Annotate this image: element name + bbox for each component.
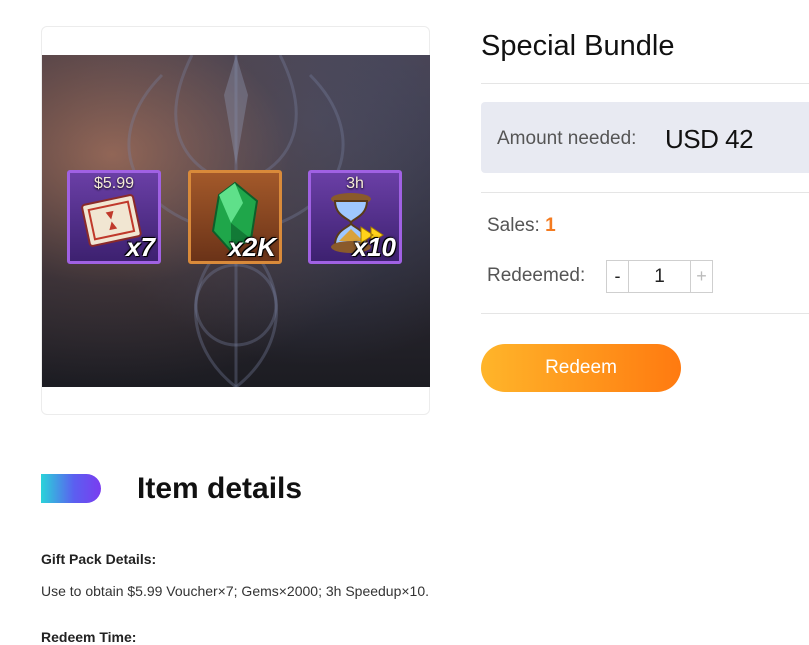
amount-value: USD 42 [665,124,754,154]
bundle-item-count: x10 [352,232,396,262]
amount-label: Amount needed: [497,128,637,149]
redeemed-label: Redeemed: [487,265,586,286]
decrement-button[interactable]: - [607,261,629,292]
redeem-time-label: Redeem Time: [41,629,137,645]
redeem-button[interactable]: Redeem [481,344,681,392]
increment-button[interactable]: + [690,261,712,292]
amount-panel: Amount needed: USD 42 [481,102,809,173]
gift-pack-description: Use to obtain $5.99 Voucher×7; Gems×2000… [41,583,430,599]
bundle-item-speedup: 3h x10 [308,170,402,264]
bundle-item-count: x2K [228,232,276,262]
quantity-stepper: - + [606,260,713,293]
bundle-banner-image: $5.99 x7 x2K 3h x10 [42,55,430,387]
sales-label: Sales: [487,215,540,236]
divider [481,83,809,84]
bundle-item-top-label: 3h [346,175,364,192]
product-title: Special Bundle [481,30,675,62]
product-image-card: $5.99 x7 x2K 3h x10 [41,26,430,415]
bundle-item-voucher: $5.99 x7 [67,170,161,264]
bundle-item-gems: x2K [188,170,282,264]
item-details-heading: Item details [137,472,303,505]
divider [481,192,809,193]
bundle-item-top-label: $5.99 [93,175,135,192]
section-accent-pill [41,474,101,503]
gift-pack-label: Gift Pack Details: [41,551,157,567]
divider [481,313,809,314]
sales-row: Sales: 1 [487,215,556,237]
quantity-input[interactable] [629,261,690,292]
sales-count: 1 [545,215,556,236]
bundle-item-count: x7 [126,232,155,262]
